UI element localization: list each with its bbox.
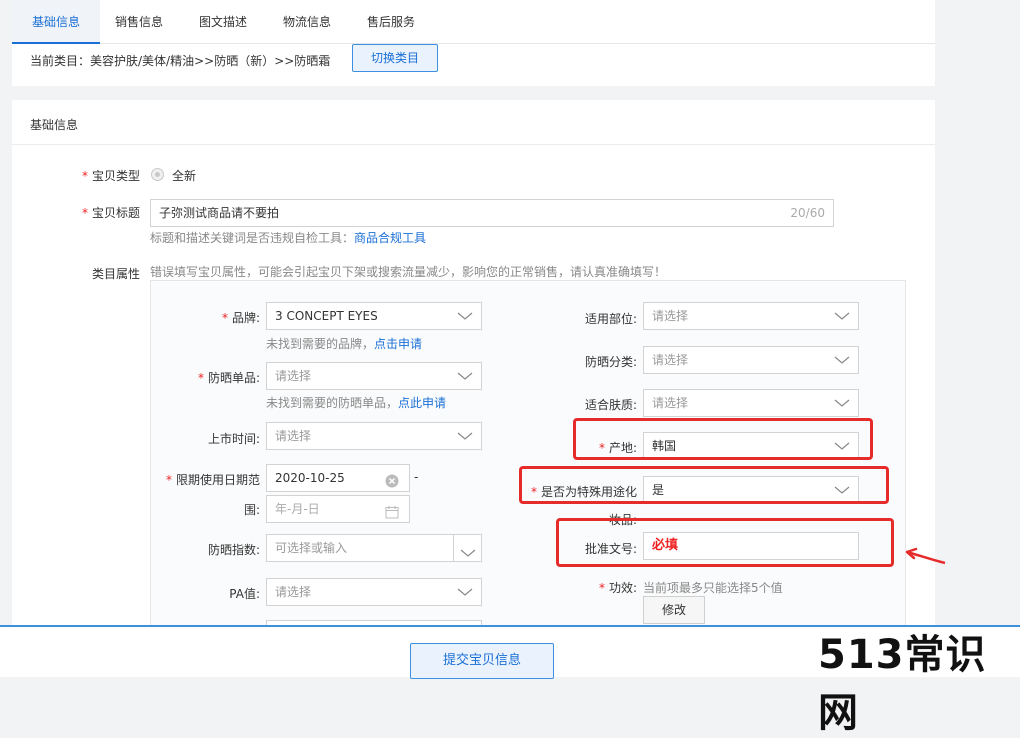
clear-circle-icon[interactable]	[385, 471, 399, 491]
chevron-down-icon	[457, 310, 473, 322]
efficacy-modify-button[interactable]: 修改	[643, 596, 705, 624]
tab-after-sales[interactable]: 售后服务	[356, 0, 426, 44]
combo-toggle[interactable]	[453, 535, 481, 561]
expiry-start-date[interactable]: 2020-10-25	[266, 464, 410, 492]
submit-button[interactable]: 提交宝贝信息	[410, 643, 554, 679]
highlight-origin	[573, 418, 873, 460]
category-attrs-label: 类目属性	[91, 267, 140, 281]
highlight-approval-no	[556, 518, 894, 567]
category-attrs-warning: 错误填写宝贝属性，可能会引起宝贝下架或搜索流量减少，影响您的正常销售，请认真准确…	[150, 265, 667, 279]
chevron-down-icon	[834, 397, 850, 409]
chevron-down-icon	[457, 586, 473, 598]
calendar-icon	[385, 502, 399, 522]
chevron-down-icon	[834, 354, 850, 366]
spf-combobox[interactable]: 可选择或输入	[266, 534, 482, 562]
pa-label: PA值:	[229, 587, 260, 601]
item-type-label: * 宝贝类型	[81, 169, 140, 183]
tab-bar: 基础信息 销售信息 图文描述 物流信息 售后服务	[12, 0, 935, 44]
expiry-label-cont: 围:	[243, 503, 260, 517]
current-category: 当前类目：美容护肤/美体/精油>>防晒（新）>>防晒霜	[30, 54, 331, 68]
chevron-down-icon	[457, 430, 473, 442]
expiry-end-date[interactable]: 年-月-日	[266, 495, 410, 523]
watermark: 513常识网	[818, 632, 987, 736]
title-hint: 标题和描述关键词是否违规自检工具：商品合规工具	[150, 231, 427, 245]
top-panel: 基础信息 销售信息 图文描述 物流信息 售后服务 当前类目：美容护肤/美体/精油…	[12, 0, 935, 86]
sunscreen-item-apply-link[interactable]: 点此申请	[398, 396, 446, 410]
item-type-radio[interactable]	[151, 168, 164, 181]
item-type-option: 全新	[172, 169, 197, 183]
sunscreen-item-label: * 防晒单品:	[197, 371, 260, 385]
tab-basic-info[interactable]: 基础信息	[12, 0, 100, 44]
spf-label: 防晒指数:	[207, 543, 260, 557]
tab-description[interactable]: 图文描述	[188, 0, 258, 44]
switch-category-button[interactable]: 切换类目	[352, 44, 438, 72]
item-title-input[interactable]: 子弥测试商品请不要拍 20/60	[150, 199, 834, 227]
apply-area-label: 适用部位:	[584, 312, 637, 326]
brand-select[interactable]: 3 CONCEPT EYES	[266, 302, 482, 330]
sunscreen-class-select[interactable]: 请选择	[643, 346, 859, 374]
section-title: 基础信息	[30, 118, 79, 132]
item-title-label: * 宝贝标题	[81, 206, 140, 220]
chevron-down-icon	[834, 310, 850, 322]
sunscreen-class-label: 防晒分类:	[584, 355, 637, 369]
compliance-tool-link[interactable]: 商品合规工具	[354, 231, 426, 245]
pa-select[interactable]: 请选择	[266, 578, 482, 606]
efficacy-label: * 功效:	[598, 581, 637, 595]
sunscreen-item-select[interactable]: 请选择	[266, 362, 482, 390]
brand-label: * 品牌:	[221, 311, 260, 325]
expiry-label: * 限期使用日期范	[165, 473, 260, 487]
skin-type-label: 适合肤质:	[584, 398, 637, 412]
chevron-down-icon	[460, 542, 476, 561]
brand-hint: 未找到需要的品牌，点击申请	[266, 337, 423, 351]
brand-apply-link[interactable]: 点击申请	[374, 337, 422, 351]
launch-time-select[interactable]: 请选择	[266, 422, 482, 450]
apply-area-select[interactable]: 请选择	[643, 302, 859, 330]
skin-type-select[interactable]: 请选择	[643, 389, 859, 417]
sunscreen-item-hint: 未找到需要的防晒单品，点此申请	[266, 396, 447, 410]
launch-time-label: 上市时间:	[207, 432, 260, 446]
highlight-special-use	[519, 466, 889, 504]
red-arrow-icon	[903, 544, 947, 569]
divider	[12, 144, 935, 145]
tab-sales-info[interactable]: 销售信息	[104, 0, 174, 44]
efficacy-hint: 当前项最多只能选择5个值	[643, 581, 783, 595]
date-range-dash: -	[414, 470, 419, 484]
attributes-box	[150, 280, 906, 640]
chevron-down-icon	[457, 370, 473, 382]
tab-logistics[interactable]: 物流信息	[272, 0, 342, 44]
title-char-counter: 20/60	[790, 206, 825, 220]
